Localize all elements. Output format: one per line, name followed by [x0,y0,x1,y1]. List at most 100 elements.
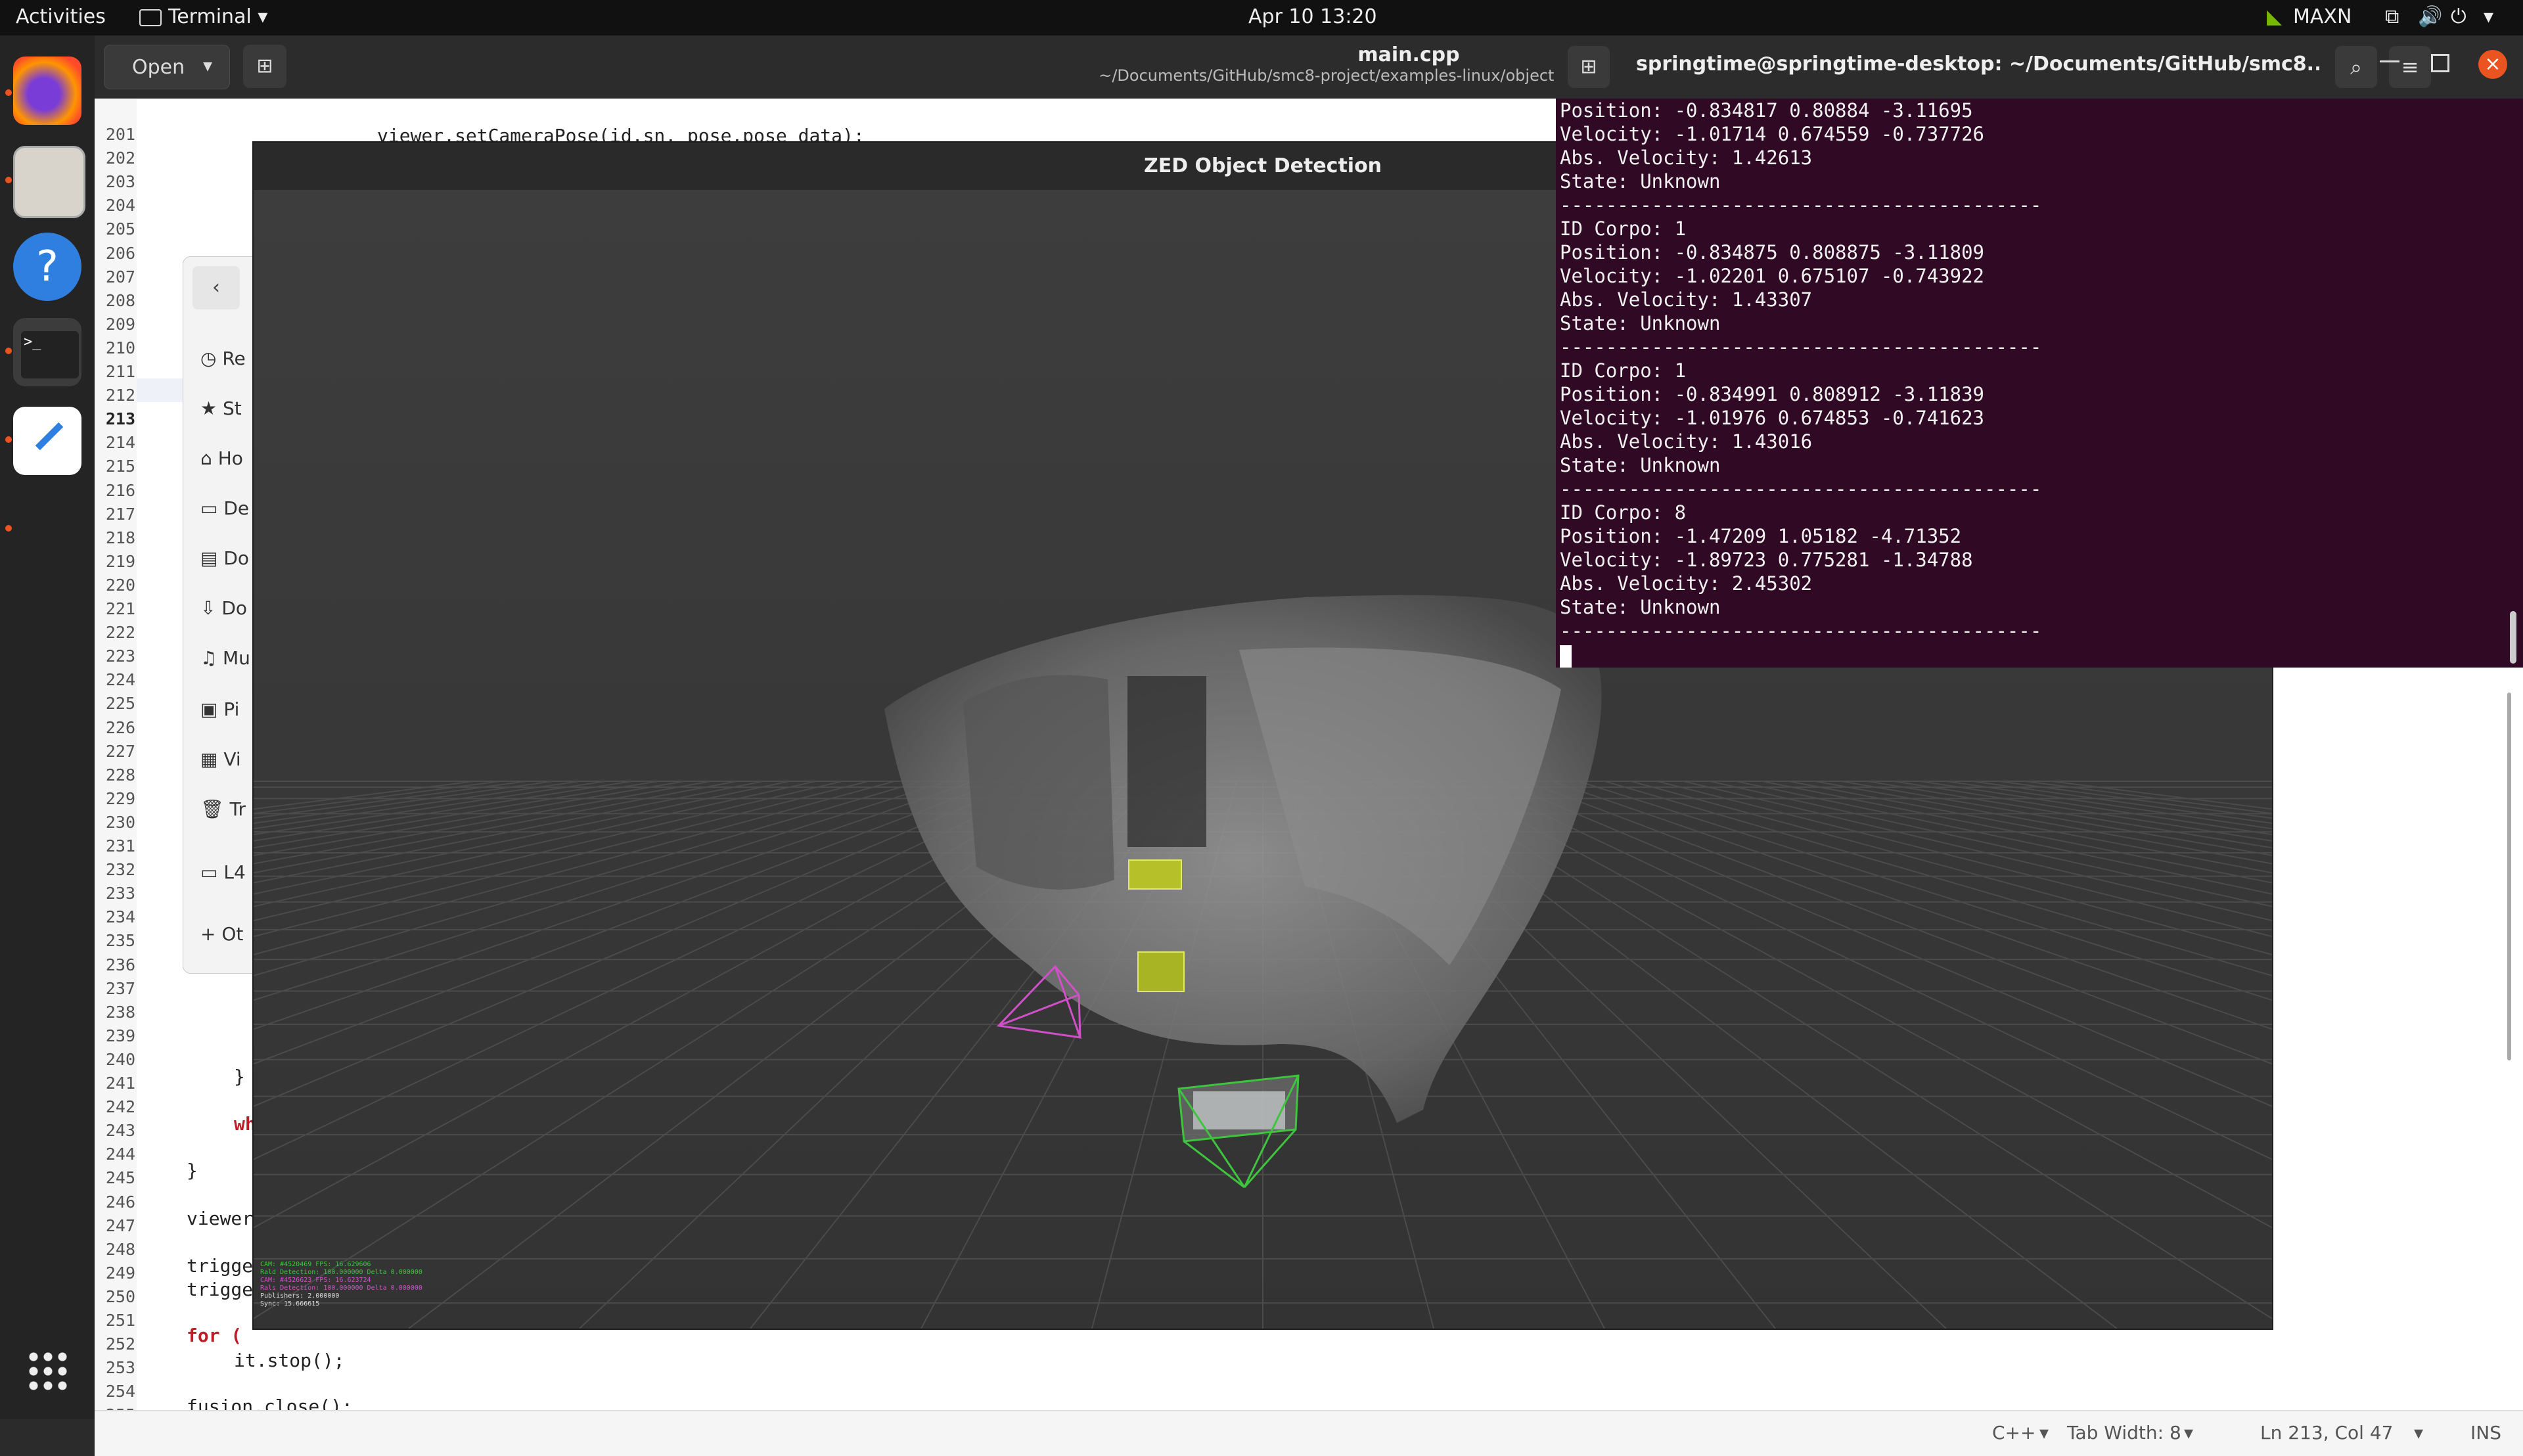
new-tab-button[interactable]: ⊞ [1568,46,1610,88]
sidebar-item-label: Tr [229,798,246,820]
line-number: 249 [105,1263,135,1283]
maximize-icon[interactable] [2431,54,2449,72]
cursor [1560,645,1572,668]
hud-camera-2: CAM: #4526623 FPS: 16.623724 [260,1277,371,1284]
terminal-lines: Position: -0.834817 0.80884 -3.11695 Velo… [1560,99,2506,643]
terminal-icon: >_ [21,331,79,378]
sidebar-item[interactable]: ★ St [200,398,242,419]
terminal-line: ID Corpo: 8 [1560,501,1687,524]
terminal-output[interactable]: Position: -0.834817 0.80884 -3.11695 Velo… [1560,99,2506,668]
sidebar-item[interactable]: 🗑 Tr [200,798,246,820]
sidebar-item[interactable]: ▤ Do [200,547,249,569]
cursor-position[interactable]: Ln 213, Col 47 [2260,1422,2393,1444]
code-line[interactable]: } [234,1066,245,1087]
terminal-line: Abs. Velocity: 1.43307 [1560,288,1813,311]
chevron-down-icon[interactable]: ▾ [2484,5,2493,28]
code-line[interactable]: } [187,1160,198,1181]
line-number: 238 [105,1002,135,1022]
music-icon: ♫ [200,647,223,669]
sidebar-item-label: Do [221,597,248,619]
help-icon[interactable]: ? [13,233,81,301]
sidebar-item[interactable]: ▣ Pi [200,698,239,720]
language-selector[interactable]: C++ [1992,1422,2035,1444]
drive-icon: ▭ [200,861,224,883]
scrollbar[interactable] [2507,693,2511,1060]
sidebar-item-label: Re [222,348,246,369]
terminal-line: Abs. Velocity: 2.45302 [1560,572,1813,595]
desktop-icon: ▭ [200,497,224,519]
terminal-line: Velocity: -1.89723 0.775281 -1.34788 [1560,549,1973,571]
running-indicator [5,436,12,443]
terminal-dock-slot[interactable]: >_ [13,318,81,386]
sidebar-item[interactable]: ▭ De [200,497,249,519]
terminal-window: ⊞ springtime@springtime-desktop: ~/Docum… [1556,35,2523,668]
volume-icon[interactable]: 🔊 [2418,5,2442,28]
tab-width-selector[interactable]: Tab Width: 8 [2067,1422,2181,1444]
line-number: 236 [105,955,135,974]
text-editor-icon[interactable] [13,407,81,475]
line-number: 247 [105,1216,135,1235]
activities-button[interactable]: Activities [16,5,106,28]
nvidia-icon[interactable]: ◣ [2267,5,2282,28]
sidebar-item[interactable]: ◷ Re [200,348,246,369]
line-number: 229 [105,788,135,808]
terminal-line: Velocity: -1.01976 0.674853 -0.741623 [1560,407,1985,429]
sidebar-item-label: Do [223,547,250,569]
show-apps-icon[interactable] [26,1350,68,1392]
new-tab-button[interactable]: ⊞ [243,45,286,88]
sidebar-item[interactable]: ♫ Mu [200,647,250,669]
line-number: 246 [105,1192,135,1212]
firefox-icon[interactable] [13,57,81,125]
clock[interactable]: Apr 10 13:20 [1248,5,1377,28]
line-number: 253 [105,1358,135,1378]
line-number: 210 [105,338,135,357]
terminal-header: ⊞ springtime@springtime-desktop: ~/Docum… [1556,35,2523,99]
open-button[interactable]: Open ▾ [104,45,230,89]
terminal-line: ----------------------------------------… [1560,478,2042,500]
code-line[interactable]: it.stop(); [234,1350,345,1371]
network-icon[interactable]: ⧉ [2385,5,2399,28]
back-button[interactable]: ‹ [193,266,240,309]
chevron-down-icon[interactable]: ▾ [2414,1422,2423,1444]
power-icon[interactable]: ⏻ [2451,5,2466,28]
download-icon: ⇩ [200,597,222,619]
line-number: 201 [105,125,135,144]
sidebar-item[interactable]: ▭ L4 [200,861,246,883]
menu-icon[interactable]: ≡ [2389,46,2431,88]
app-menu[interactable]: Terminal ▾ [139,5,267,28]
line-number: 226 [105,717,135,737]
chevron-down-icon[interactable]: ▾ [203,55,212,76]
code-line[interactable]: trigge [187,1255,253,1277]
close-icon[interactable]: × [2478,50,2507,79]
line-number: 240 [105,1049,135,1069]
hud-publishers: Publishers: 2.000000 [260,1292,340,1300]
terminal-line: State: Unknown [1560,454,1721,476]
sidebar-item[interactable]: ⌂ Ho [200,447,243,469]
line-number: 235 [105,931,135,951]
line-number: 219 [105,551,135,571]
terminal-line: ----------------------------------------… [1560,620,2042,642]
line-number: 203 [105,172,135,192]
minimize-icon[interactable] [2380,60,2399,62]
line-number: 242 [105,1097,135,1117]
line-number: 243 [105,1121,135,1141]
chevron-down-icon[interactable]: ▾ [2184,1422,2193,1444]
line-number: 254 [105,1382,135,1401]
files-icon[interactable] [13,146,85,218]
code-line[interactable]: for ( [187,1325,242,1346]
chevron-down-icon[interactable]: ▾ [2039,1422,2049,1444]
search-icon[interactable]: ⌕ [2335,46,2377,88]
line-number: 207 [105,267,135,286]
sidebar-item[interactable]: ▦ Vi [200,748,241,770]
sidebar-item-label: Mu [223,647,250,669]
sidebar-item[interactable]: + Ot [200,923,243,945]
code-line[interactable]: viewer [187,1208,253,1229]
code-line[interactable]: trigge [187,1279,253,1300]
insert-mode[interactable]: INS [2470,1422,2501,1444]
detected-object-box [1137,951,1185,992]
scrollbar[interactable] [2510,611,2516,664]
power-mode[interactable]: MAXN [2293,5,2352,28]
file-manager-window: ‹ ◷ Re ★ St ⌂ Ho ▭ De ▤ Do ⇩ Do ♫ Mu ▣ Pi ▦ Vi 🗑 … [183,256,256,974]
line-number: 215 [105,457,135,476]
sidebar-item[interactable]: ⇩ Do [200,597,247,619]
